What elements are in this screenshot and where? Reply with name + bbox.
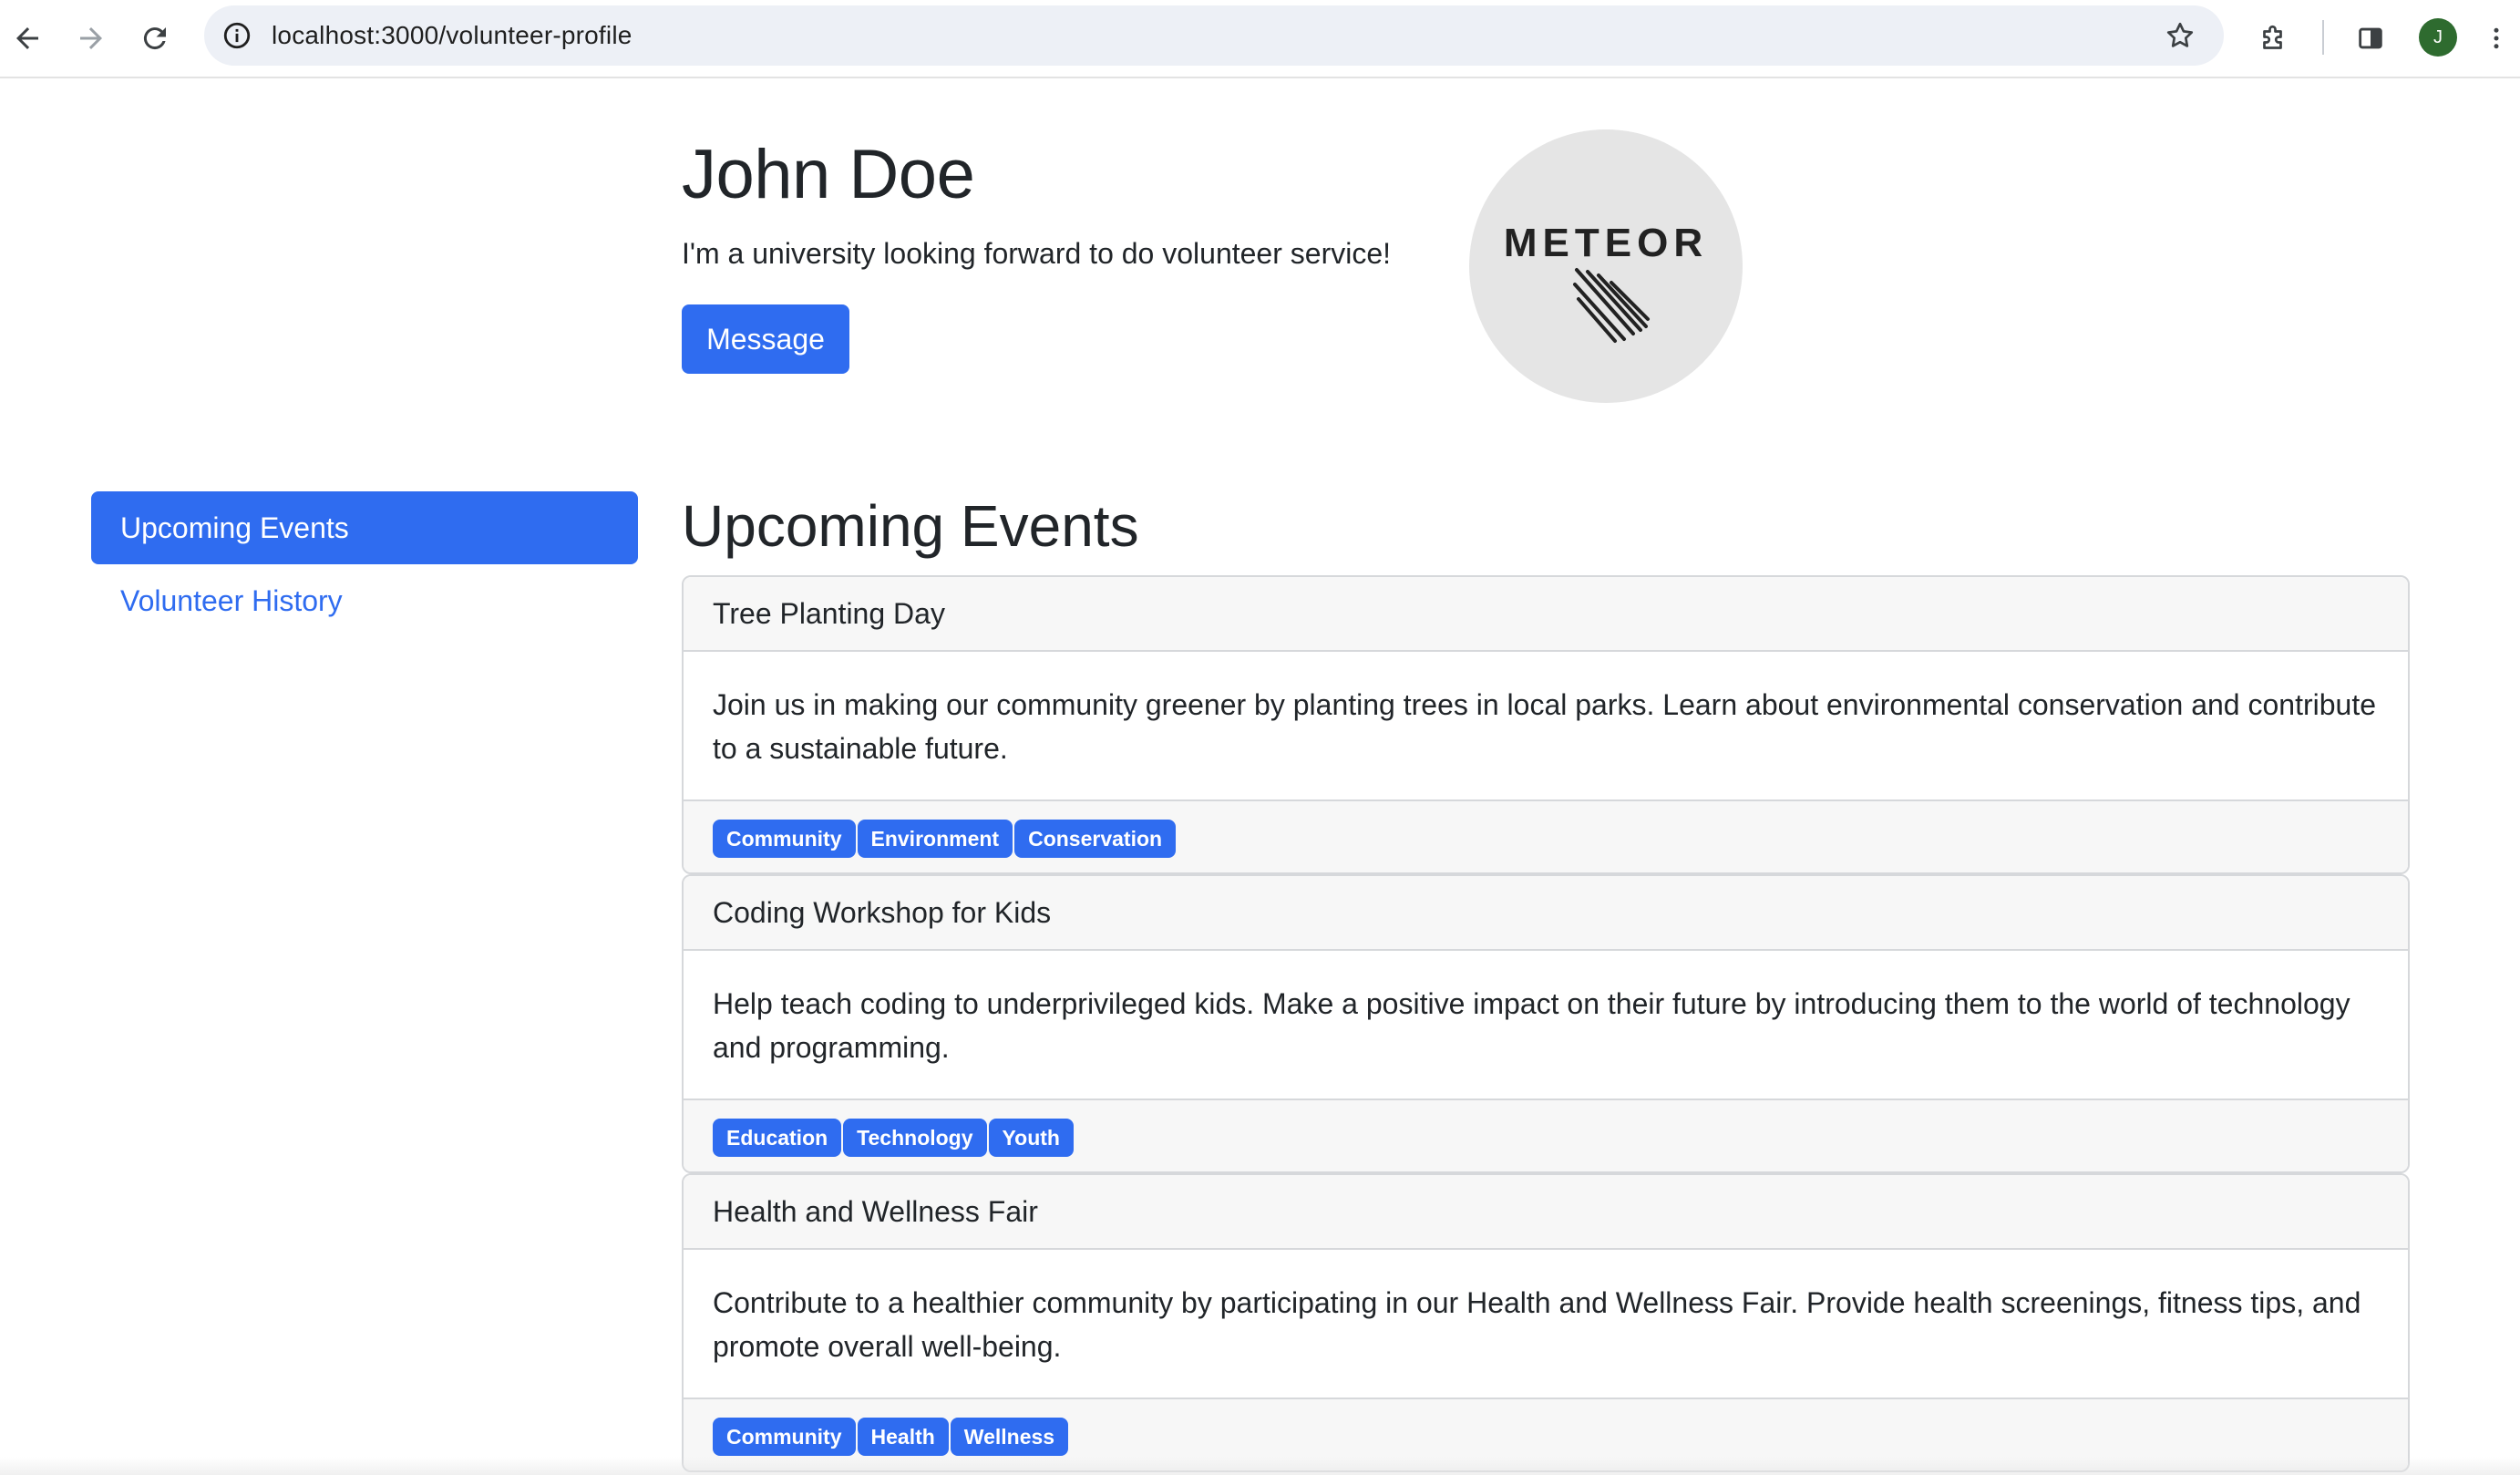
page-content: John Doe I'm a university looking forwar… [0, 80, 2520, 1475]
event-tags: Education Technology Youth [684, 1099, 2408, 1171]
scroll-fade [0, 1457, 2520, 1475]
side-panel-icon[interactable] [2350, 17, 2391, 59]
tag-badge: Youth [988, 1119, 1074, 1157]
profile-name: John Doe [682, 136, 975, 213]
section-title: Upcoming Events [682, 493, 1139, 559]
back-button[interactable] [5, 16, 49, 60]
bookmark-star-icon[interactable] [2162, 17, 2198, 54]
event-card: Tree Planting Day Join us in making our … [682, 575, 2410, 874]
site-info-icon[interactable] [219, 17, 255, 54]
message-button[interactable]: Message [682, 304, 849, 374]
back-arrow-icon [16, 27, 38, 49]
toolbar-divider [2322, 20, 2324, 55]
event-card: Coding Workshop for Kids Help teach codi… [682, 874, 2410, 1173]
meteor-logo-text: METEOR [1503, 221, 1709, 265]
profile-sidebar: Upcoming Events Volunteer History [91, 491, 638, 637]
tag-badge: Conservation [1014, 820, 1177, 858]
sidebar-item-volunteer-history[interactable]: Volunteer History [91, 564, 638, 637]
browser-toolbar: localhost:3000/volunteer-profile J [0, 0, 2520, 78]
event-tags: Community Environment Conservation [684, 799, 2408, 872]
profile-bio: I'm a university looking forward to do v… [682, 237, 1392, 270]
event-description: Help teach coding to underprivileged kid… [713, 987, 2350, 1064]
reload-icon [143, 27, 166, 50]
profile-picture: METEOR [1469, 129, 1743, 403]
event-title: Health and Wellness Fair [684, 1175, 2408, 1250]
meteor-logo-icon [1573, 268, 1650, 343]
forward-button[interactable] [69, 16, 113, 60]
profile-avatar[interactable]: J [2419, 18, 2457, 57]
extensions-puzzle-icon[interactable] [2253, 17, 2295, 59]
tag-badge: Technology [843, 1119, 987, 1157]
address-bar[interactable]: localhost:3000/volunteer-profile [204, 5, 2224, 66]
url-text[interactable]: localhost:3000/volunteer-profile [272, 5, 633, 66]
tag-badge: Education [713, 1119, 842, 1157]
menu-kebab-icon[interactable] [2483, 17, 2510, 59]
event-description: Join us in making our community greener … [713, 688, 2377, 765]
tag-badge: Environment [857, 820, 1013, 858]
events-list: Tree Planting Day Join us in making our … [682, 575, 2410, 1472]
tag-badge: Community [713, 1418, 856, 1456]
tag-badge: Health [857, 1418, 949, 1456]
tag-badge: Wellness [950, 1418, 1069, 1456]
tag-badge: Community [713, 820, 856, 858]
event-title: Coding Workshop for Kids [684, 876, 2408, 951]
event-title: Tree Planting Day [684, 577, 2408, 652]
sidebar-item-upcoming-events[interactable]: Upcoming Events [91, 491, 638, 564]
forward-arrow-icon [80, 27, 102, 49]
event-card: Health and Wellness Fair Contribute to a… [682, 1173, 2410, 1472]
reload-button[interactable] [133, 16, 177, 60]
event-description: Contribute to a healthier community by p… [713, 1286, 2361, 1363]
